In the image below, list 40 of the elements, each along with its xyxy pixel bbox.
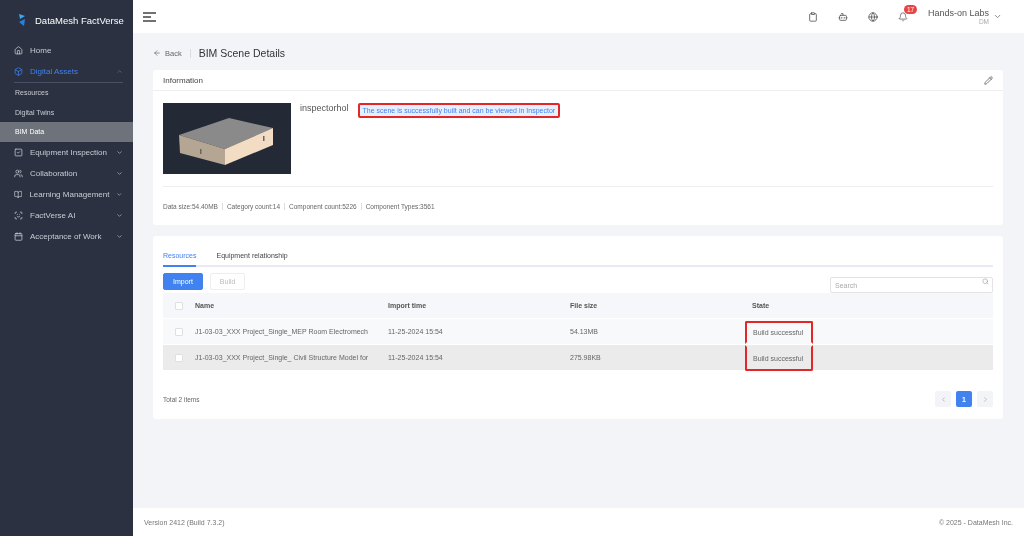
page-title: BIM Scene Details xyxy=(198,47,286,59)
chevron-icon xyxy=(116,190,123,198)
sidebar-item[interactable]: FactVerse AI xyxy=(0,204,133,226)
chevron-icon xyxy=(116,148,123,156)
chevron-left-icon xyxy=(939,395,947,403)
menu-item-icon xyxy=(14,147,23,157)
sidebar-item[interactable]: Digital Assets xyxy=(0,61,133,82)
globe-icon[interactable] xyxy=(867,11,878,22)
logo-icon xyxy=(17,13,27,27)
menu-item-icon xyxy=(14,189,23,199)
bell-icon[interactable] xyxy=(897,11,908,22)
sidebar-item[interactable]: Home xyxy=(0,40,133,61)
sidebar-item[interactable]: Acceptance of Work xyxy=(0,225,133,247)
user-name[interactable]: Hands-on Labs xyxy=(927,8,989,18)
menu-item-icon xyxy=(14,46,23,55)
scene-name: inspectorhol xyxy=(300,103,349,115)
chevron-right-icon xyxy=(981,395,989,403)
chevron-icon xyxy=(116,232,123,240)
chevron-icon[interactable] xyxy=(993,12,1002,21)
chevron-icon xyxy=(116,169,123,177)
menu-icon[interactable] xyxy=(143,11,156,22)
clipboard-icon[interactable] xyxy=(807,11,818,22)
sidebar-item[interactable]: Collaboration xyxy=(0,162,133,184)
menu-item-icon xyxy=(14,231,23,241)
checkbox[interactable] xyxy=(175,353,183,362)
menu-item-icon xyxy=(14,168,23,178)
app-name: DataMesh FactVerse xyxy=(35,14,124,26)
chevron-icon xyxy=(116,68,123,75)
menu-item-icon xyxy=(14,210,23,220)
sidebar-item[interactable]: Learning Management xyxy=(0,183,133,205)
sidebar-item[interactable]: Equipment Inspection xyxy=(0,141,133,163)
robot-icon[interactable] xyxy=(837,11,848,22)
arrow-left-icon xyxy=(153,49,161,57)
checkbox[interactable] xyxy=(175,301,183,310)
search-icon xyxy=(982,277,989,285)
card-title: Information xyxy=(163,75,204,85)
edit-icon[interactable] xyxy=(984,75,993,85)
menu-item-icon xyxy=(14,67,23,76)
checkbox[interactable] xyxy=(175,327,183,336)
chevron-icon xyxy=(116,211,123,219)
